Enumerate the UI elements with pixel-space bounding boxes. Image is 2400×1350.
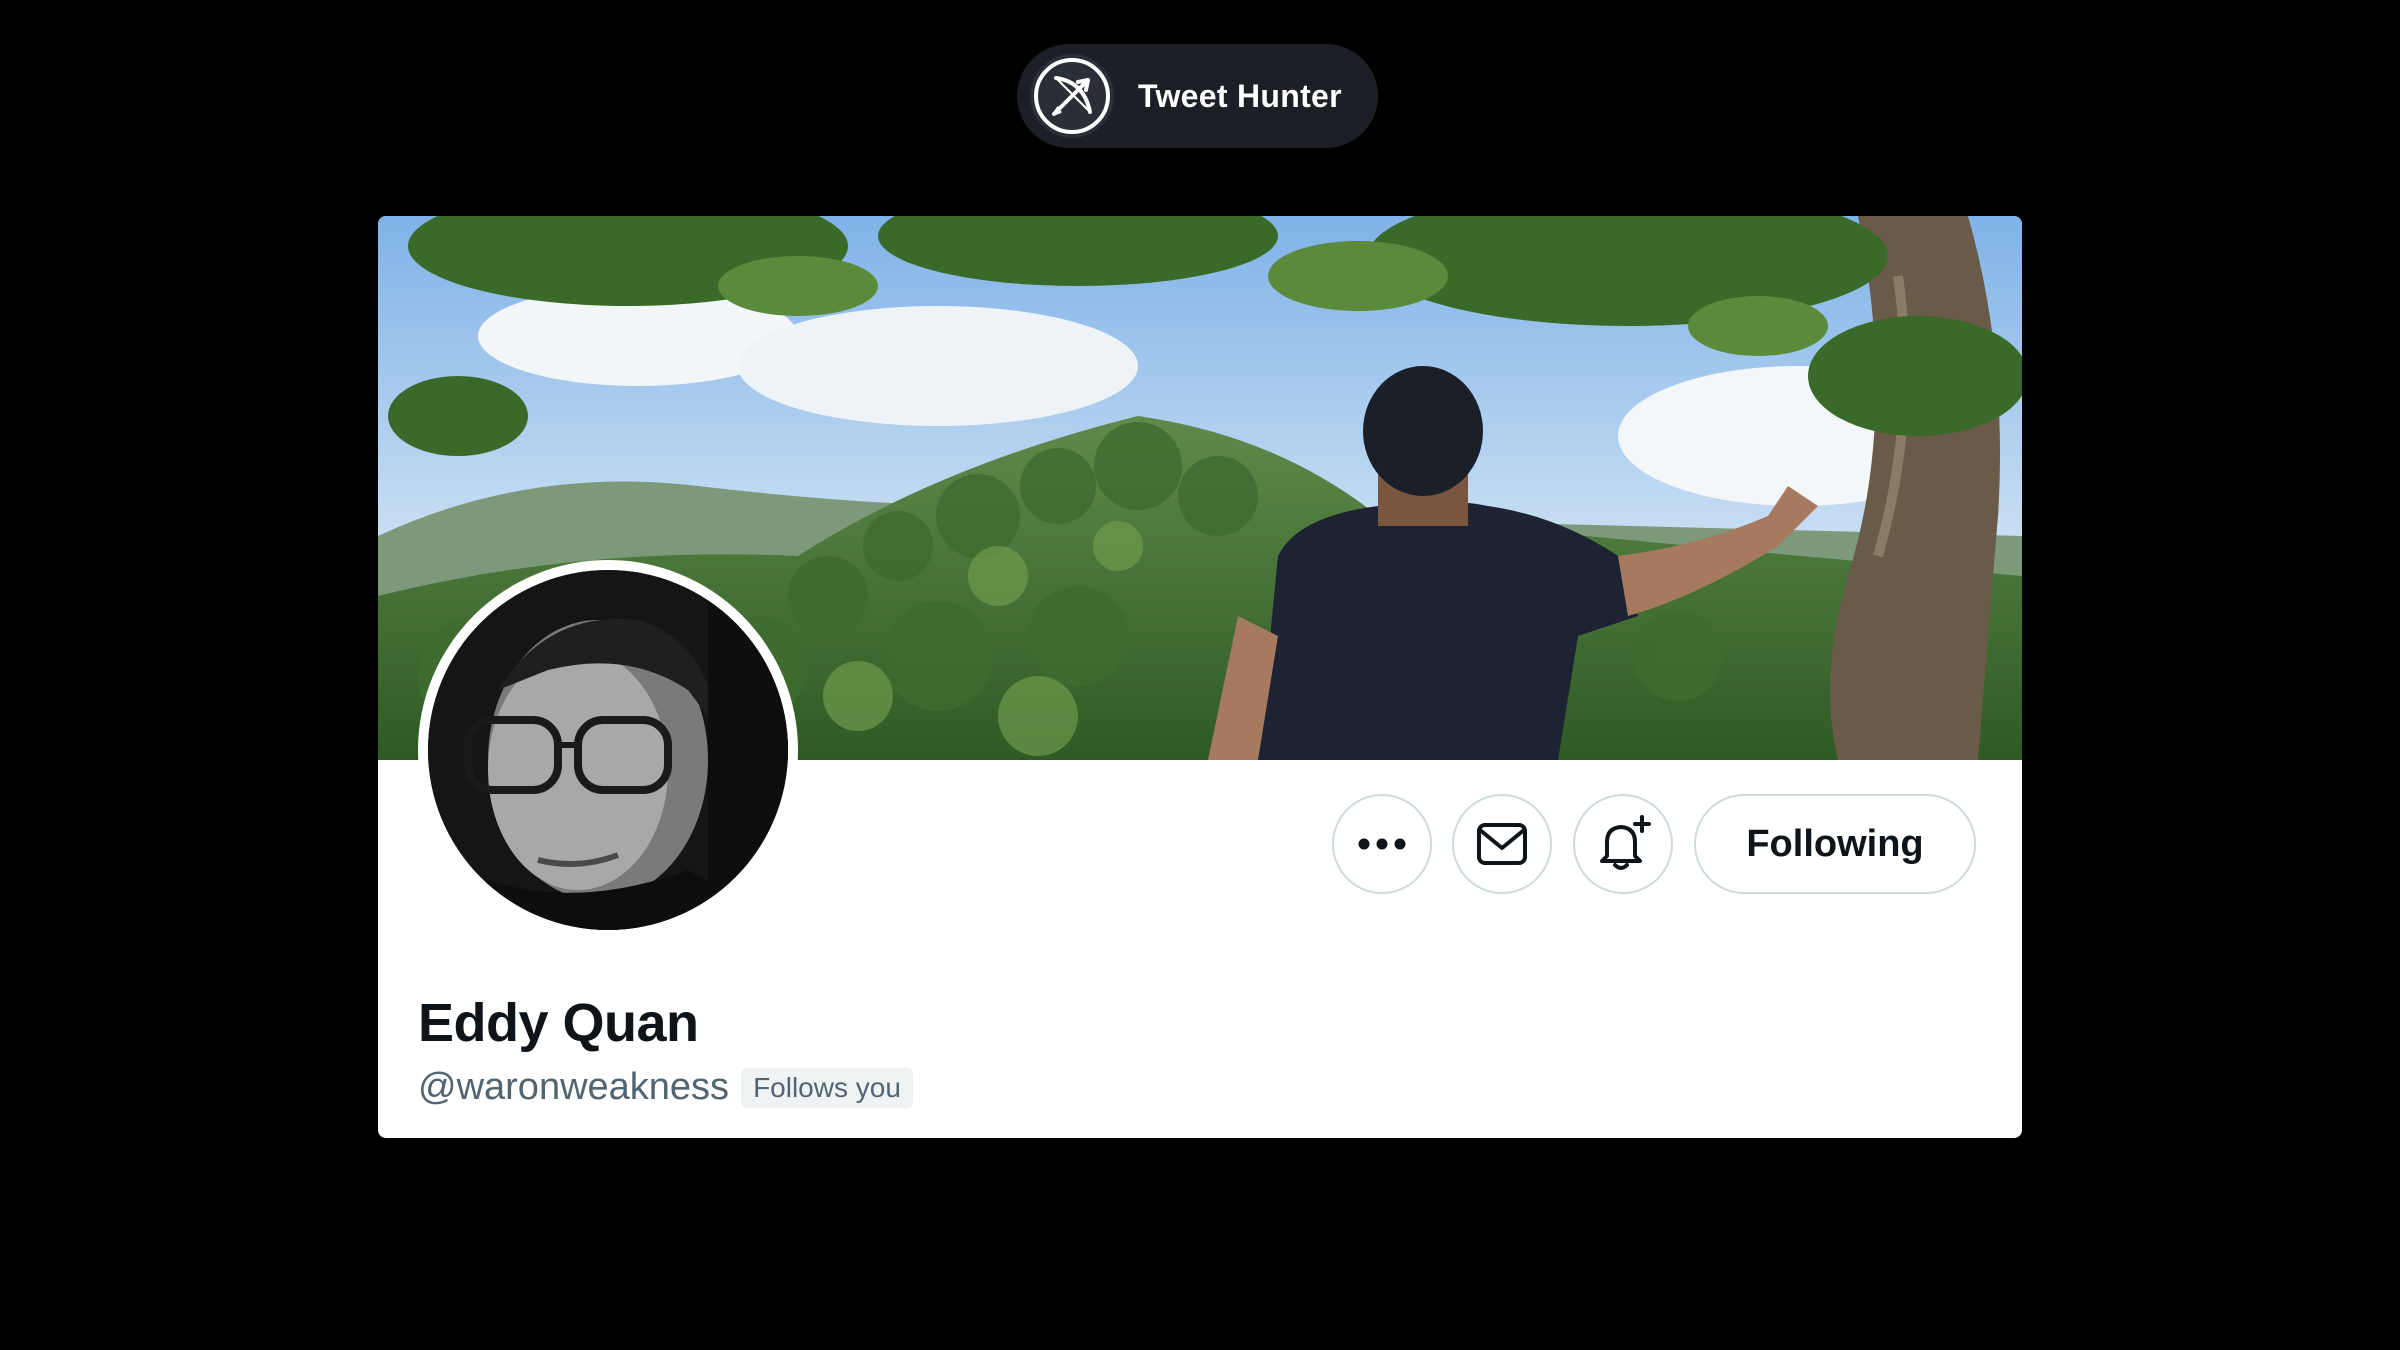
profile-card: Following Eddy Quan @waronweakness Follo… — [378, 216, 2022, 1138]
tweet-hunter-brand: Tweet Hunter — [1017, 44, 1378, 148]
profile-handle: @waronweakness — [418, 1066, 730, 1108]
message-button[interactable] — [1452, 794, 1552, 894]
profile-actions: Following — [378, 794, 2022, 894]
more-horizontal-icon — [1358, 838, 1406, 850]
brand-name: Tweet Hunter — [1138, 77, 1342, 114]
profile-handle-row: @waronweakness Follows you — [418, 1066, 913, 1109]
mail-icon — [1477, 823, 1527, 865]
more-options-button[interactable] — [1332, 794, 1432, 894]
following-button[interactable]: Following — [1694, 794, 1976, 894]
follows-you-badge: Follows you — [741, 1067, 913, 1108]
bell-plus-icon — [1600, 815, 1651, 870]
notifications-button[interactable] — [1573, 794, 1673, 894]
bow-and-arrow-icon — [1030, 54, 1114, 138]
profile-display-name: Eddy Quan — [418, 993, 699, 1053]
